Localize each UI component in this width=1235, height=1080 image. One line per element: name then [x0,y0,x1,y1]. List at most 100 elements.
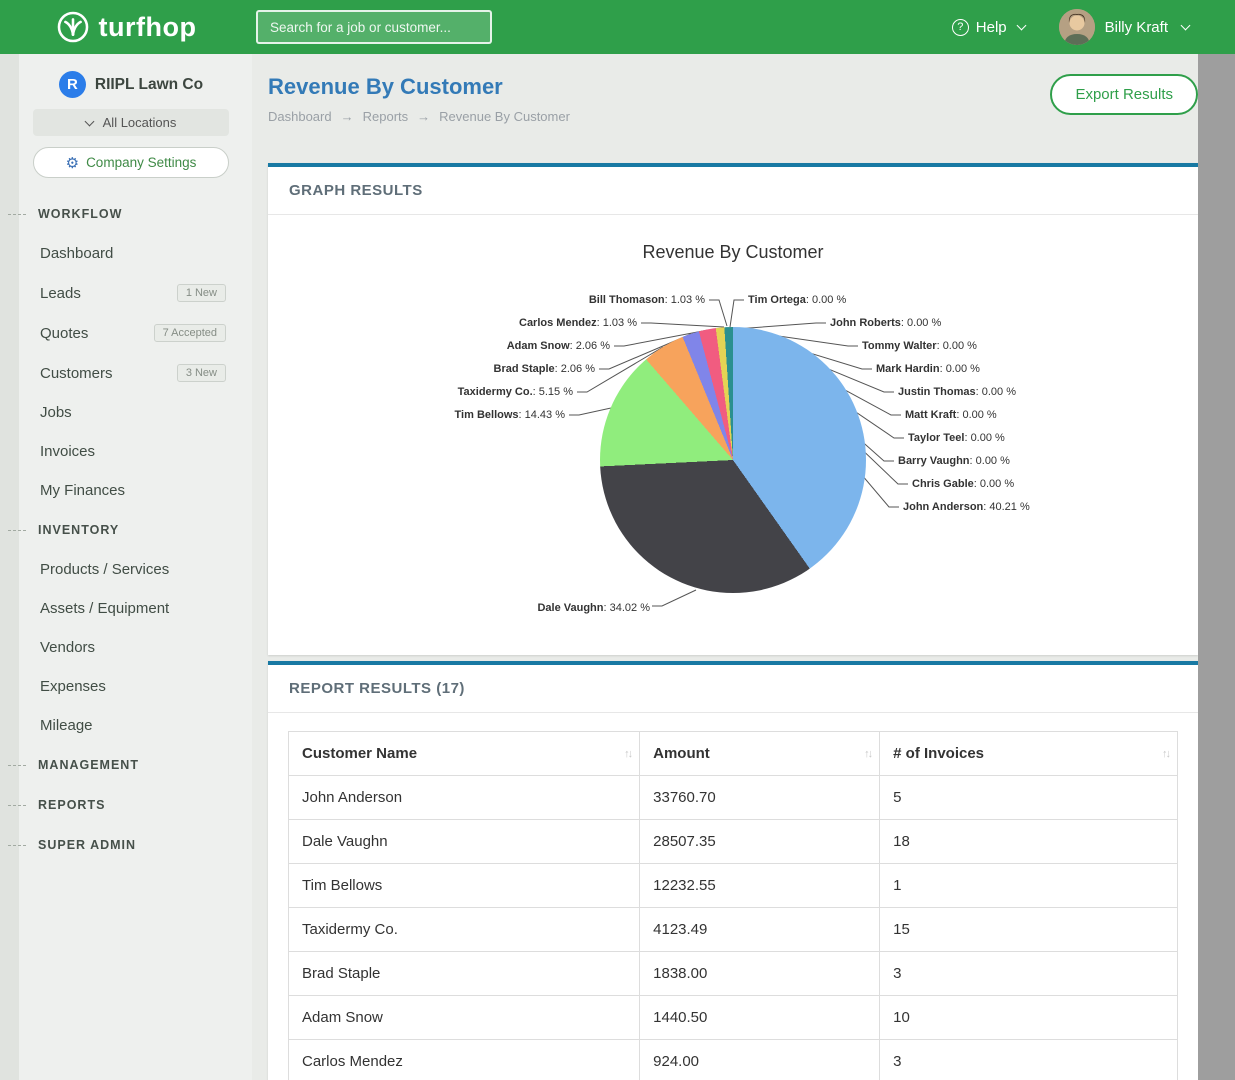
pie-label-taylor-teel: Taylor Teel: 0.00 % [908,431,1005,445]
table-cell: 4123.49 [640,908,880,952]
sidebar-item-vendors[interactable]: Vendors [0,628,252,667]
sidebar-item-products-services[interactable]: Products / Services [0,550,252,589]
sidebar-item-label: Dashboard [40,245,113,262]
sidebar: R RIIPL Lawn Co All Locations ⚙ Company … [0,54,252,1080]
sidebar-item-label: My Finances [40,482,125,499]
sidebar-section-management[interactable]: MANAGEMENT [0,745,252,785]
customers-badge: 3 New [177,364,226,382]
brand-name: turfhop [99,12,197,43]
chart-title: Revenue By Customer [268,242,1198,263]
sidebar-item-customers[interactable]: Customers 3 New [0,353,252,393]
report-table: Customer Name↑↓ Amount↑↓ # of Invoices↑↓… [288,731,1178,1080]
pie-label-john-anderson: John Anderson: 40.21 % [903,500,1030,514]
sidebar-item-quotes[interactable]: Quotes 7 Accepted [0,313,252,353]
sidebar-item-label: Quotes [40,325,88,342]
pie-label-taxidermy-co: Taxidermy Co.: 5.15 % [458,385,573,399]
sidebar-section-workflow[interactable]: WORKFLOW [0,194,252,234]
pie-label-justin-thomas: Justin Thomas: 0.00 % [898,385,1016,399]
gear-icon: ⚙ [66,154,79,172]
pie-chart[interactable] [600,327,866,593]
table-row: Tim Bellows12232.551 [289,864,1178,908]
sidebar-item-label: Leads [40,285,81,302]
turfhop-logo-icon [56,10,90,44]
leads-badge: 1 New [177,284,226,302]
table-cell: 28507.35 [640,820,880,864]
table-cell: 1 [880,864,1178,908]
column-header-amount[interactable]: Amount↑↓ [640,732,880,776]
sidebar-section-inventory[interactable]: INVENTORY [0,510,252,550]
table-cell: John Anderson [289,776,640,820]
table-row: John Anderson33760.705 [289,776,1178,820]
pie-label-barry-vaughn: Barry Vaughn: 0.00 % [898,454,1010,468]
table-cell: 1440.50 [640,996,880,1040]
pie-label-tim-ortega: Tim Ortega: 0.00 % [748,293,846,307]
chevron-down-icon [84,117,94,127]
main-content: Revenue By Customer Dashboard → Reports … [252,54,1198,1080]
table-cell: Dale Vaughn [289,820,640,864]
user-menu[interactable]: Billy Kraft [1059,9,1189,45]
sort-icon: ↑↓ [864,748,871,760]
sidebar-item-my-finances[interactable]: My Finances [0,471,252,510]
pie-label-mark-hardin: Mark Hardin: 0.00 % [876,362,980,376]
breadcrumb-reports[interactable]: Reports [363,109,409,124]
user-avatar [1059,9,1095,45]
table-cell: 15 [880,908,1178,952]
table-cell: 33760.70 [640,776,880,820]
breadcrumb-dashboard[interactable]: Dashboard [268,109,332,124]
scrollbar-track[interactable] [1198,54,1235,1080]
sidebar-section-reports[interactable]: REPORTS [0,785,252,825]
sidebar-item-expenses[interactable]: Expenses [0,667,252,706]
report-results-card: REPORT RESULTS (17) Customer Name↑↓ Amou… [268,661,1198,1080]
table-row: Brad Staple1838.003 [289,952,1178,996]
quotes-badge: 7 Accepted [154,324,226,342]
column-header-customer-name[interactable]: Customer Name↑↓ [289,732,640,776]
column-header-invoices[interactable]: # of Invoices↑↓ [880,732,1178,776]
search-input[interactable] [256,10,492,44]
table-row: Taxidermy Co.4123.4915 [289,908,1178,952]
graph-results-card: GRAPH RESULTS Revenue By Customer [268,163,1198,655]
pie-label-carlos-mendez: Carlos Mendez: 1.03 % [519,316,637,330]
sidebar-item-label: Products / Services [40,561,169,578]
company-settings-button[interactable]: ⚙ Company Settings [33,147,229,178]
brand-logo[interactable]: turfhop [0,10,252,44]
sidebar-item-label: Mileage [40,717,93,734]
table-cell: 3 [880,1040,1178,1080]
sidebar-item-label: Customers [40,365,113,382]
pie-label-matt-kraft: Matt Kraft: 0.00 % [905,408,997,422]
table-cell: 10 [880,996,1178,1040]
sidebar-item-mileage[interactable]: Mileage [0,706,252,745]
pie-connector [569,408,611,415]
page-title: Revenue By Customer [268,74,570,100]
sidebar-item-label: Assets / Equipment [40,600,169,617]
pie-label-dale-vaughn: Dale Vaughn: 34.02 % [537,601,650,615]
export-results-button[interactable]: Export Results [1050,74,1198,115]
table-row: Adam Snow1440.5010 [289,996,1178,1040]
sidebar-section-super-admin[interactable]: SUPER ADMIN [0,825,252,865]
sidebar-item-leads[interactable]: Leads 1 New [0,273,252,313]
pie-label-tommy-walter: Tommy Walter: 0.00 % [862,339,977,353]
company-info: R RIIPL Lawn Co [59,71,203,98]
location-selector[interactable]: All Locations [33,109,229,136]
table-cell: Brad Staple [289,952,640,996]
pie-connector [709,300,727,326]
table-header-row: Customer Name↑↓ Amount↑↓ # of Invoices↑↓ [289,732,1178,776]
help-menu[interactable]: ? Help [952,19,1025,36]
sidebar-item-invoices[interactable]: Invoices [0,432,252,471]
sidebar-item-label: Vendors [40,639,95,656]
location-selector-label: All Locations [103,115,177,130]
pie-connector [730,300,744,327]
table-row: Carlos Mendez924.003 [289,1040,1178,1080]
company-logo: R [59,71,86,98]
table-cell: Taxidermy Co. [289,908,640,952]
user-name: Billy Kraft [1105,19,1168,36]
pie-label-chris-gable: Chris Gable: 0.00 % [912,477,1014,491]
sidebar-item-dashboard[interactable]: Dashboard [0,234,252,273]
sidebar-item-assets-equipment[interactable]: Assets / Equipment [0,589,252,628]
pie-label-brad-staple: Brad Staple: 2.06 % [494,362,596,376]
pie-chart-area: Revenue By Customer [268,215,1198,655]
sort-icon: ↑↓ [1162,748,1169,760]
report-card-title: REPORT RESULTS (17) [268,665,1198,713]
table-row: Dale Vaughn28507.3518 [289,820,1178,864]
top-navbar: turfhop ? Help Billy Kraft [0,0,1235,54]
sidebar-item-jobs[interactable]: Jobs [0,393,252,432]
